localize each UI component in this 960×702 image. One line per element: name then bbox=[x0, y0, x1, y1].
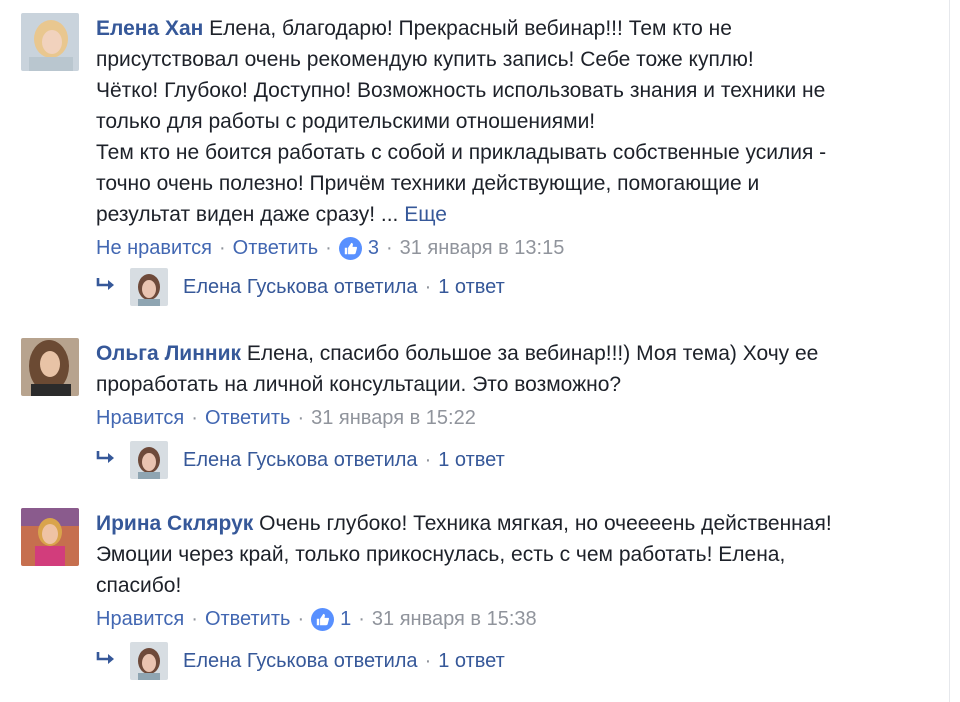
replies-summary[interactable]: Елена Гуськова ответила · 1 ответ bbox=[96, 268, 505, 306]
avatar[interactable] bbox=[21, 13, 79, 71]
comment-line: Очень глубоко! Техника мягкая, но очееее… bbox=[259, 512, 832, 535]
separator: · bbox=[358, 608, 365, 630]
separator: · bbox=[218, 237, 226, 259]
comment-line: проработать на личной консультации. Это … bbox=[96, 373, 622, 396]
thumbs-up-icon[interactable] bbox=[311, 607, 335, 631]
avatar bbox=[130, 268, 168, 306]
comment-actions: Нравится · Ответить · 31 января в 15:22 bbox=[96, 404, 896, 432]
thumbs-up-icon[interactable] bbox=[338, 236, 362, 260]
reply-arrow-icon bbox=[96, 276, 130, 299]
comment-line: Чётко! Глубоко! Доступно! Возможность ис… bbox=[96, 79, 826, 102]
reply-arrow-icon bbox=[96, 650, 130, 673]
avatar[interactable] bbox=[21, 338, 79, 396]
separator: · bbox=[424, 649, 432, 672]
unlike-button[interactable]: Не нравится bbox=[96, 234, 212, 262]
separator: · bbox=[297, 407, 305, 429]
reply-button[interactable]: Ответить bbox=[205, 605, 291, 633]
avatar[interactable] bbox=[21, 508, 79, 566]
reply-author[interactable]: Елена Гуськова ответила bbox=[183, 650, 418, 673]
comment-line: Елена, спасибо большое за вебинар!!!) Мо… bbox=[246, 342, 819, 365]
comment-author[interactable]: Ольга Линник bbox=[96, 342, 241, 365]
comment-text: Ирина Склярук Очень глубоко! Техника мяг… bbox=[96, 508, 896, 601]
reply-count[interactable]: 1 ответ bbox=[438, 650, 505, 673]
reply-button[interactable]: Ответить bbox=[205, 404, 291, 432]
scrollbar[interactable] bbox=[949, 0, 960, 702]
comment-actions: Не нравится · Ответить · 3 · 31 января в… bbox=[96, 234, 896, 262]
replies-summary[interactable]: Елена Гуськова ответила · 1 ответ bbox=[96, 642, 505, 680]
separator: · bbox=[191, 608, 198, 630]
see-more-link[interactable]: Еще bbox=[404, 203, 447, 226]
comment-author[interactable]: Ирина Склярук bbox=[96, 512, 253, 535]
comment-line: точно очень полезно! Причём техники дейс… bbox=[96, 172, 760, 195]
separator: · bbox=[424, 275, 432, 298]
reply-author[interactable]: Елена Гуськова ответила bbox=[183, 276, 418, 299]
reply-author[interactable]: Елена Гуськова ответила bbox=[183, 449, 418, 472]
avatar bbox=[130, 642, 168, 680]
separator: · bbox=[385, 237, 393, 259]
replies-summary[interactable]: Елена Гуськова ответила · 1 ответ bbox=[96, 441, 505, 479]
comment-line: только для работы с родительскими отноше… bbox=[96, 110, 596, 133]
comment-line: Елена, благодарю! Прекрасный вебинар!!! … bbox=[209, 17, 732, 40]
like-button[interactable]: Нравится bbox=[96, 605, 184, 633]
comment-line: присутствовал очень рекомендую купить за… bbox=[96, 48, 754, 71]
avatar bbox=[130, 441, 168, 479]
comment-text: Елена Хан Елена, благодарю! Прекрасный в… bbox=[96, 13, 896, 230]
comment-timestamp[interactable]: 31 января в 13:15 bbox=[400, 234, 565, 262]
reply-count[interactable]: 1 ответ bbox=[438, 449, 505, 472]
comment-timestamp[interactable]: 31 января в 15:22 bbox=[311, 404, 476, 432]
reaction-count[interactable]: 3 bbox=[368, 234, 379, 262]
separator: · bbox=[325, 237, 332, 259]
comment-timestamp[interactable]: 31 января в 15:38 bbox=[372, 605, 537, 633]
separator: · bbox=[191, 407, 198, 429]
comment-text: Ольга Линник Елена, спасибо большое за в… bbox=[96, 338, 896, 400]
separator: · bbox=[297, 608, 305, 630]
reply-arrow-icon bbox=[96, 449, 130, 472]
comment-line: Тем кто не боится работать с собой и при… bbox=[96, 141, 827, 164]
comment-actions: Нравится · Ответить · 1 · 31 января в 15… bbox=[96, 605, 896, 633]
like-button[interactable]: Нравится bbox=[96, 404, 184, 432]
comment-line: результат виден даже сразу! ... bbox=[96, 203, 399, 226]
comment-line: спасибо! bbox=[96, 574, 182, 597]
reaction-count[interactable]: 1 bbox=[340, 605, 351, 633]
separator: · bbox=[424, 448, 432, 471]
comment-author[interactable]: Елена Хан bbox=[96, 17, 203, 40]
reply-button[interactable]: Ответить bbox=[233, 234, 319, 262]
reply-count[interactable]: 1 ответ bbox=[438, 276, 505, 299]
comment-line: Эмоции через край, только прикоснулась, … bbox=[96, 543, 786, 566]
